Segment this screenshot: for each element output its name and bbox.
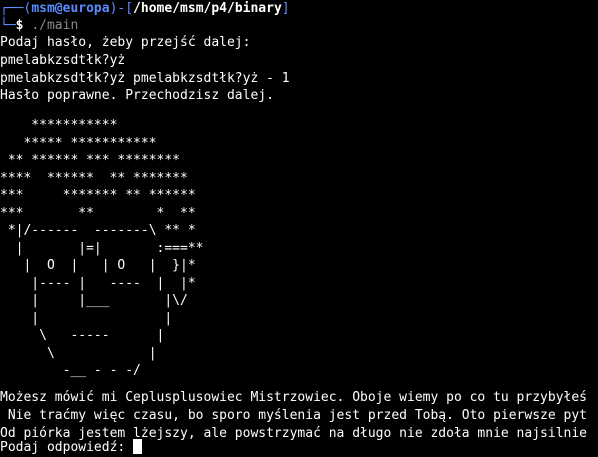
prompt-frame-top: ┌──(: [0, 1, 32, 16]
message-question-line: Nie traćmy więc czasu, bo sporo myślenia…: [0, 408, 587, 423]
output-password-echo: pmelabkzsdtłk?yż: [0, 53, 126, 68]
answer-input-line[interactable]: Podaj odpowiedź:: [0, 439, 143, 457]
prompt-frame-end: ]: [281, 1, 290, 16]
terminal-cursor[interactable]: [133, 439, 143, 454]
executed-command: ./main: [31, 18, 79, 33]
message-intro-line: Możesz mówić mi Ceplusplusowiec Mistrzow…: [0, 390, 587, 405]
ascii-art-face: *********** ***** *********** ** ****** …: [0, 118, 204, 378]
prompt-frame-bottom: └─: [0, 18, 16, 33]
prompt-header-line: ┌──(msm@europa)-[/home/msm/p4/binary]: [0, 0, 290, 18]
answer-prompt-label: Podaj odpowiedź:: [0, 440, 134, 455]
prompt-working-directory: /home/msm/p4/binary: [133, 1, 282, 16]
output-password-repeat: pmelabkzsdtłk?yż pmelabkzsdtłk?yż - 1: [0, 71, 290, 86]
output-password-request: Podaj hasło, żeby przejść dalej:: [0, 35, 251, 50]
output-password-accepted: Hasło poprawne. Przechodzisz dalej.: [0, 88, 274, 103]
prompt-command-line: └─$ ./main: [0, 17, 78, 35]
terminal-window[interactable]: ┌──(msm@europa)-[/home/msm/p4/binary] └─…: [0, 0, 598, 456]
prompt-frame-mid: )-[: [109, 1, 134, 16]
prompt-dollar-sign: $: [15, 18, 24, 33]
prompt-user-host: msm@europa: [31, 1, 110, 16]
